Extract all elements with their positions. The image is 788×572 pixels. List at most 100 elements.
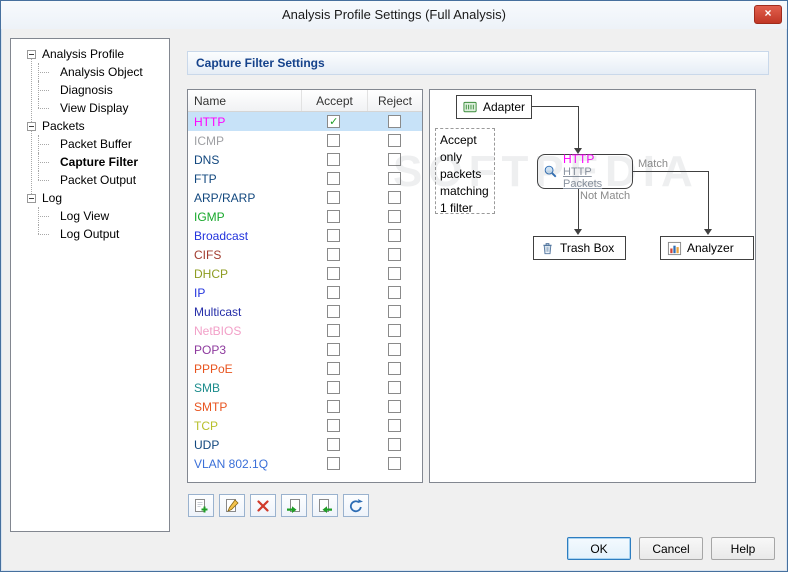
- accept-checkbox-multicast[interactable]: [327, 305, 341, 318]
- reject-checkbox-pppoe[interactable]: [387, 362, 401, 375]
- reject-checkbox-multicast[interactable]: [387, 305, 401, 318]
- filter-row-tcp[interactable]: TCP: [188, 416, 422, 435]
- accept-checkbox-udp[interactable]: [327, 438, 341, 451]
- filter-row-cifs[interactable]: CIFS: [188, 245, 422, 264]
- tree-item-packets[interactable]: Packets: [11, 117, 169, 135]
- accept-checkbox-vlan-802-1q[interactable]: [327, 457, 341, 470]
- cancel-button[interactable]: Cancel: [639, 537, 703, 560]
- reject-checkbox-smtp[interactable]: [387, 400, 401, 413]
- column-header-accept[interactable]: Accept: [302, 90, 368, 111]
- tree-item-analysis-object[interactable]: Analysis Object: [11, 63, 169, 81]
- accept-checkbox-dhcp[interactable]: [327, 267, 341, 280]
- tree-item-view-display[interactable]: View Display: [11, 99, 169, 117]
- accept-cell: [301, 267, 366, 280]
- filter-row-ftp[interactable]: FTP: [188, 169, 422, 188]
- reject-checkbox-dns[interactable]: [387, 153, 401, 166]
- accept-checkbox-icmp[interactable]: [327, 134, 341, 147]
- filter-row-pppoe[interactable]: PPPoE: [188, 359, 422, 378]
- export-filter-button[interactable]: [312, 494, 338, 517]
- reject-checkbox-vlan-802-1q[interactable]: [387, 457, 401, 470]
- filter-row-igmp[interactable]: IGMP: [188, 207, 422, 226]
- accept-checkbox-smtp[interactable]: [327, 400, 341, 413]
- accept-checkbox-broadcast[interactable]: [327, 229, 341, 242]
- tree-item-log-output[interactable]: Log Output: [11, 225, 169, 243]
- filter-name: Broadcast: [194, 228, 249, 243]
- reject-checkbox-smb[interactable]: [387, 381, 401, 394]
- filter-node-desc[interactable]: HTTP Packets: [563, 166, 627, 190]
- filter-row-netbios[interactable]: NetBIOS: [188, 321, 422, 340]
- trash-box-node[interactable]: Trash Box: [533, 236, 626, 260]
- flow-line: [633, 171, 709, 172]
- accept-checkbox-arp-rarp[interactable]: [327, 191, 341, 204]
- filter-row-ip[interactable]: IP: [188, 283, 422, 302]
- column-header-name[interactable]: Name: [188, 90, 302, 111]
- reject-checkbox-igmp[interactable]: [387, 210, 401, 223]
- reject-checkbox-udp[interactable]: [387, 438, 401, 451]
- reject-checkbox-arp-rarp[interactable]: [387, 191, 401, 204]
- accept-checkbox-http[interactable]: ✓: [327, 115, 341, 128]
- ok-button[interactable]: OK: [567, 537, 631, 560]
- filter-name: UDP: [194, 437, 220, 452]
- filter-row-smtp[interactable]: SMTP: [188, 397, 422, 416]
- accept-checkbox-ip[interactable]: [327, 286, 341, 299]
- filter-row-arp-rarp[interactable]: ARP/RARP: [188, 188, 422, 207]
- reject-checkbox-broadcast[interactable]: [387, 229, 401, 242]
- filter-row-dhcp[interactable]: DHCP: [188, 264, 422, 283]
- filter-table-body: HTTP ✓ ICMP DNS FTP ARP/RARP IGMP Broadcast CIFS…: [188, 112, 422, 473]
- close-button[interactable]: ×: [754, 5, 782, 24]
- accept-checkbox-ftp[interactable]: [327, 172, 341, 185]
- help-button[interactable]: Help: [711, 537, 775, 560]
- filter-row-http[interactable]: HTTP ✓: [188, 112, 422, 131]
- reject-checkbox-tcp[interactable]: [387, 419, 401, 432]
- reject-checkbox-ftp[interactable]: [387, 172, 401, 185]
- close-icon: ×: [764, 6, 772, 20]
- tree-item-diagnosis[interactable]: Diagnosis: [11, 81, 169, 99]
- add-filter-button[interactable]: [188, 494, 214, 517]
- filter-row-smb[interactable]: SMB: [188, 378, 422, 397]
- section-header: Capture Filter Settings: [187, 51, 769, 75]
- filter-row-dns[interactable]: DNS: [188, 150, 422, 169]
- filter-row-icmp[interactable]: ICMP: [188, 131, 422, 150]
- analyzer-node[interactable]: Analyzer: [660, 236, 754, 260]
- reject-checkbox-cifs[interactable]: [387, 248, 401, 261]
- filter-row-pop3[interactable]: POP3: [188, 340, 422, 359]
- accept-checkbox-igmp[interactable]: [327, 210, 341, 223]
- filter-name: FTP: [194, 171, 217, 186]
- capture-filter-table: Name Accept Reject HTTP ✓ ICMP DNS FTP ARP/RARP…: [187, 89, 423, 483]
- column-header-reject[interactable]: Reject: [368, 90, 422, 111]
- tree-item-log-view[interactable]: Log View: [11, 207, 169, 225]
- tree-item-log[interactable]: Log: [11, 189, 169, 207]
- filter-row-multicast[interactable]: Multicast: [188, 302, 422, 321]
- filter-row-broadcast[interactable]: Broadcast: [188, 226, 422, 245]
- import-icon: [287, 498, 300, 513]
- tree-item-packet-output[interactable]: Packet Output: [11, 171, 169, 189]
- reject-checkbox-dhcp[interactable]: [387, 267, 401, 280]
- delete-filter-button[interactable]: [250, 494, 276, 517]
- reject-checkbox-http[interactable]: [387, 115, 401, 128]
- tree-item-capture-filter[interactable]: Capture Filter: [11, 153, 169, 171]
- accept-checkbox-dns[interactable]: [327, 153, 341, 166]
- import-filter-button[interactable]: [281, 494, 307, 517]
- filter-row-vlan-802-1q[interactable]: VLAN 802.1Q: [188, 454, 422, 473]
- accept-checkbox-smb[interactable]: [327, 381, 341, 394]
- adapter-node[interactable]: Adapter: [456, 95, 532, 119]
- collapse-icon[interactable]: [27, 193, 36, 203]
- accept-checkbox-pppoe[interactable]: [327, 362, 341, 375]
- title-bar[interactable]: Analysis Profile Settings (Full Analysis…: [1, 1, 787, 29]
- accept-checkbox-netbios[interactable]: [327, 324, 341, 337]
- http-filter-node[interactable]: HTTP HTTP Packets: [537, 153, 633, 190]
- tree-item-packet-buffer[interactable]: Packet Buffer: [11, 135, 169, 153]
- restore-filter-button[interactable]: [343, 494, 369, 517]
- collapse-icon[interactable]: [27, 49, 36, 59]
- edit-filter-button[interactable]: [219, 494, 245, 517]
- reject-checkbox-ip[interactable]: [387, 286, 401, 299]
- collapse-icon[interactable]: [27, 121, 36, 131]
- reject-checkbox-netbios[interactable]: [387, 324, 401, 337]
- accept-checkbox-tcp[interactable]: [327, 419, 341, 432]
- accept-checkbox-pop3[interactable]: [327, 343, 341, 356]
- tree-item-analysis-profile[interactable]: Analysis Profile: [11, 45, 169, 63]
- reject-checkbox-pop3[interactable]: [387, 343, 401, 356]
- accept-checkbox-cifs[interactable]: [327, 248, 341, 261]
- filter-row-udp[interactable]: UDP: [188, 435, 422, 454]
- reject-checkbox-icmp[interactable]: [387, 134, 401, 147]
